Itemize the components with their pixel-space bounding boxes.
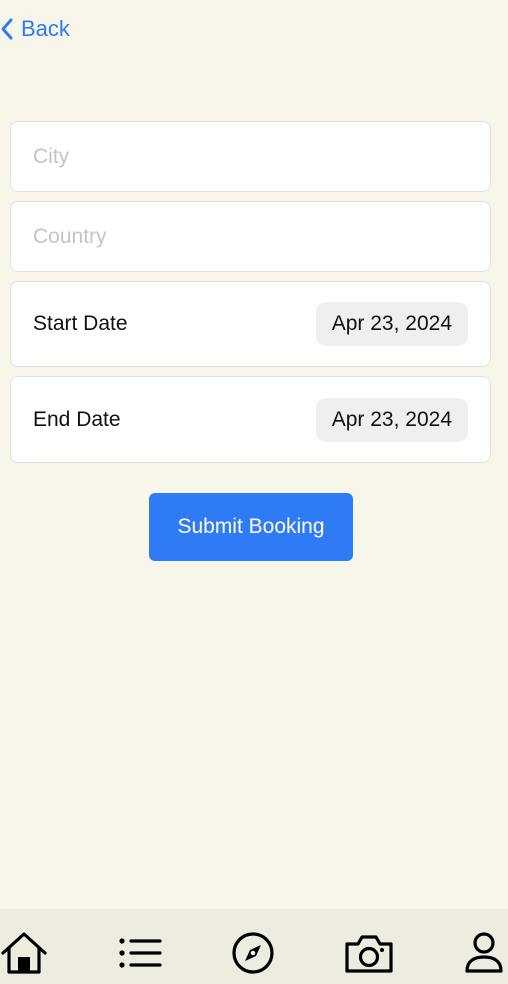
end-date-row: End Date Apr 23, 2024	[10, 376, 491, 463]
start-date-label: Start Date	[33, 312, 128, 335]
back-button[interactable]: Back	[0, 14, 70, 44]
person-icon	[462, 931, 506, 980]
country-field-card	[10, 201, 491, 272]
city-field-card	[10, 121, 491, 192]
city-input[interactable]	[11, 122, 490, 191]
start-date-picker[interactable]: Apr 23, 2024	[315, 302, 468, 346]
tab-camera[interactable]	[343, 929, 395, 981]
list-icon	[118, 936, 162, 975]
tab-home[interactable]	[0, 929, 50, 981]
compass-icon	[231, 931, 275, 980]
start-date-row: Start Date Apr 23, 2024	[10, 281, 491, 367]
end-date-label: End Date	[33, 407, 121, 431]
submit-booking-button[interactable]: Submit Booking	[149, 493, 353, 561]
tab-bar	[0, 909, 508, 984]
tab-explore[interactable]	[227, 929, 279, 981]
tab-list[interactable]	[114, 929, 166, 981]
chevron-left-icon	[0, 17, 14, 41]
home-icon	[0, 931, 48, 980]
end-date-picker[interactable]: Apr 23, 2024	[315, 397, 468, 442]
camera-icon	[343, 931, 395, 980]
back-label: Back	[21, 16, 70, 41]
country-input[interactable]	[11, 202, 490, 271]
tab-profile[interactable]	[458, 929, 508, 981]
